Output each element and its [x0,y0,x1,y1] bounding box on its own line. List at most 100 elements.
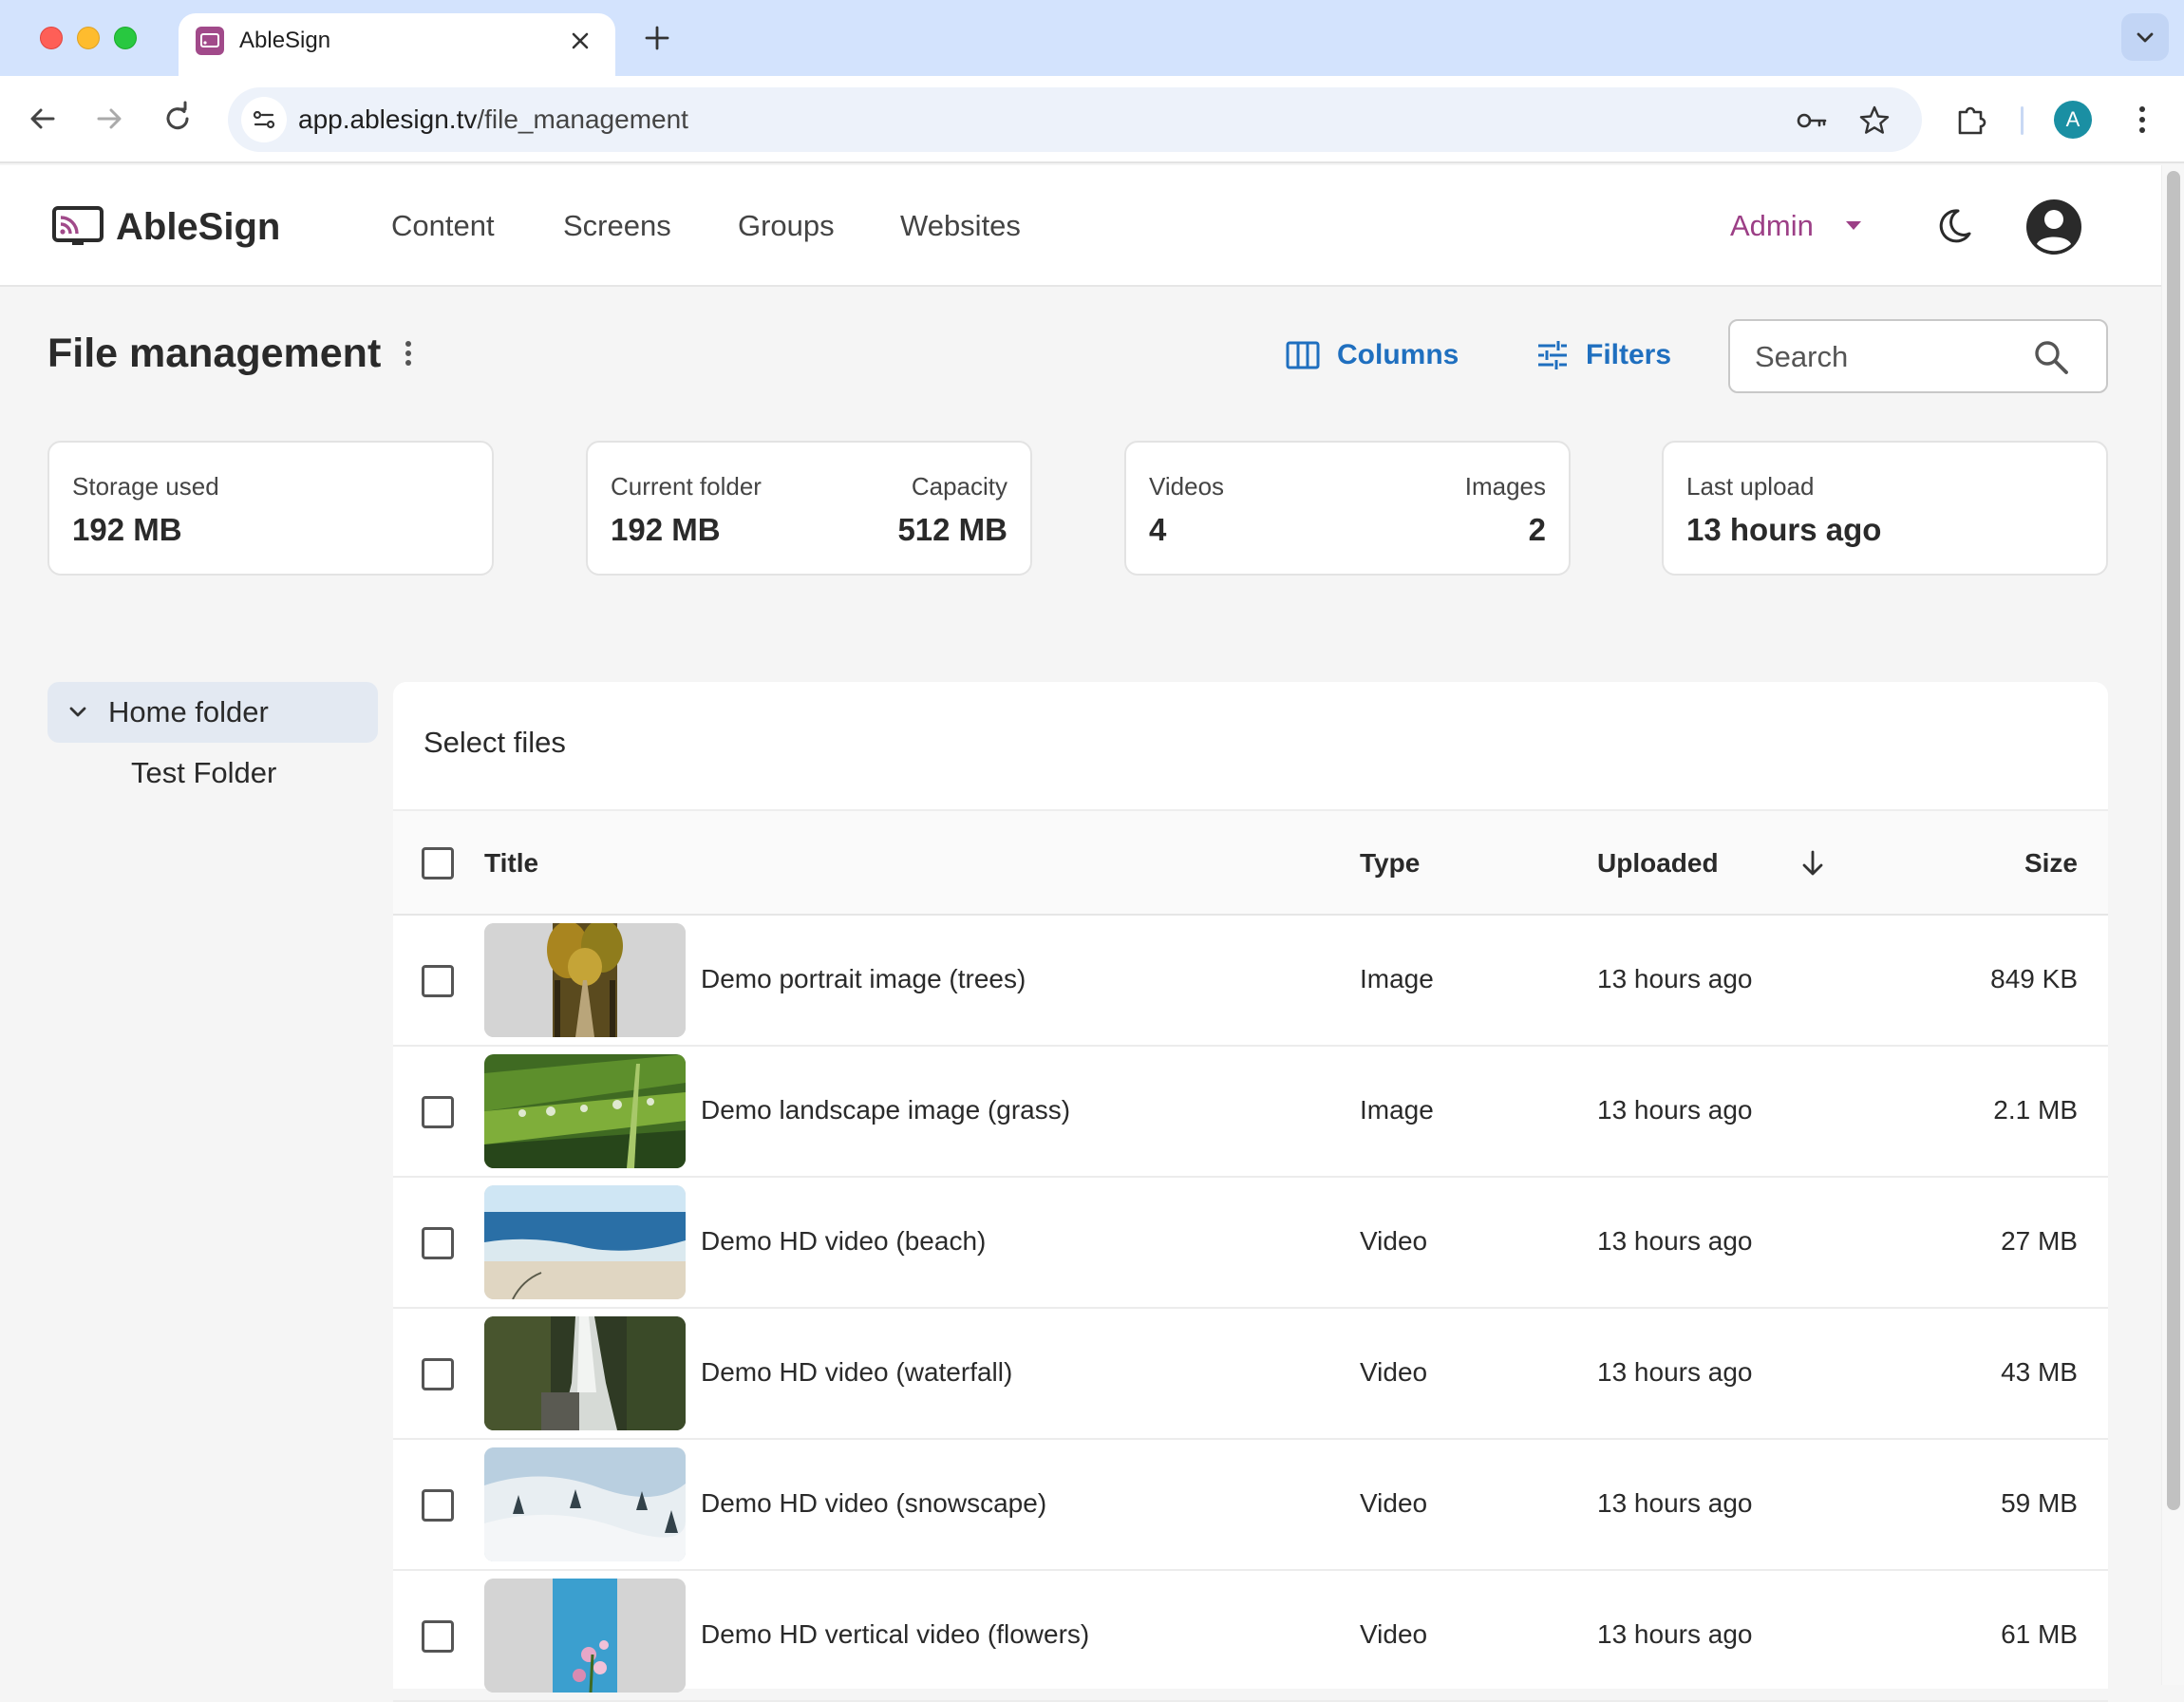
search-icon[interactable] [2032,338,2070,376]
file-uploaded: 13 hours ago [1597,1619,1753,1649]
minimize-window-button[interactable] [77,27,100,49]
columns-icon [1286,341,1320,369]
tab-title: AbleSign [239,28,331,53]
account-circle-icon[interactable] [2024,198,2083,256]
caret-down-icon[interactable] [1844,218,1863,232]
thumbnail-flowers[interactable] [484,1579,686,1693]
file-size: 2.1 MB [1993,1095,2078,1125]
current-folder-label: Current folder [611,472,762,501]
columns-label: Columns [1337,339,1459,370]
filters-button[interactable]: Filters [1536,334,1671,376]
browser-tab-bar: AbleSign [0,0,2184,76]
media-count-card: Videos 4 Images 2 [1124,441,1571,576]
thumbnail-grass[interactable] [484,1054,686,1168]
nav-groups[interactable]: Groups [738,207,835,245]
app-root: AbleSign Content Screens Groups Websites… [0,165,2184,1702]
site-settings-icon[interactable] [241,97,287,142]
file-table-panel: Select files Title Type Uploaded Size De… [393,682,2108,1702]
file-type: Image [1360,1095,1434,1125]
browser-toolbar: app.ablesign.tv/file_management A [0,76,2184,163]
file-size: 43 MB [2001,1357,2078,1387]
select-all-checkbox[interactable] [422,847,454,879]
file-type: Video [1360,1357,1428,1387]
filters-label: Filters [1586,339,1672,370]
columns-button[interactable]: Columns [1286,334,1459,376]
nav-content[interactable]: Content [391,207,495,245]
row-checkbox[interactable] [422,1096,454,1128]
tree-item-home-folder[interactable]: Home folder [47,682,378,743]
tree-item-test-folder[interactable]: Test Folder [131,756,276,790]
extensions-puzzle-icon[interactable] [1952,101,1990,139]
file-size: 849 KB [1990,964,2078,993]
password-key-icon[interactable] [1795,104,1829,138]
row-checkbox[interactable] [422,1227,454,1259]
address-bar[interactable]: app.ablesign.tv/file_management [228,87,1922,152]
url-text: app.ablesign.tv/file_management [298,104,688,134]
row-checkbox[interactable] [422,1358,454,1390]
search-input[interactable] [1755,340,2040,374]
page-scrollbar[interactable] [2161,165,2184,1685]
new-tab-icon[interactable] [642,23,672,53]
images-label: Images [1464,472,1546,501]
row-checkbox[interactable] [422,1620,454,1653]
file-uploaded: 13 hours ago [1597,1226,1753,1256]
table-row[interactable]: Demo HD video (waterfall) Video 13 hours… [393,1309,2108,1440]
chevron-down-icon[interactable] [66,701,89,724]
table-row[interactable]: Demo HD vertical video (flowers) Video 1… [393,1571,2108,1702]
current-folder-value: 192 MB [611,512,721,547]
storage-used-label: Storage used [72,472,219,501]
maximize-window-button[interactable] [114,27,137,49]
nav-screens[interactable]: Screens [563,207,671,245]
back-arrow-icon[interactable] [21,97,65,141]
table-row[interactable]: Demo portrait image (trees) Image 13 hou… [393,916,2108,1047]
thumbnail-beach[interactable] [484,1185,686,1299]
file-uploaded: 13 hours ago [1597,1095,1753,1125]
row-checkbox[interactable] [422,1489,454,1522]
column-header-type[interactable]: Type [1360,847,1420,879]
table-heading: Select files [424,726,566,759]
dark-mode-moon-icon[interactable] [1933,205,1975,247]
tab-search-button[interactable] [2121,13,2169,61]
close-window-button[interactable] [40,27,63,49]
ablesign-favicon-icon [196,27,224,55]
storage-used-value: 192 MB [72,512,182,547]
browser-menu-icon[interactable] [2123,101,2161,139]
images-value: 2 [1528,512,1546,547]
file-title: Demo landscape image (grass) [701,1095,1071,1125]
file-uploaded: 13 hours ago [1597,1357,1753,1387]
sort-descending-arrow-icon[interactable] [1798,849,1827,878]
table-row[interactable]: Demo HD video (beach) Video 13 hours ago… [393,1178,2108,1309]
logo-text[interactable]: AbleSign [116,203,280,251]
file-type: Video [1360,1226,1428,1256]
bookmark-star-icon[interactable] [1857,104,1892,138]
search-box[interactable] [1728,319,2108,393]
scrollbar-thumb[interactable] [2167,171,2180,1510]
file-uploaded: 13 hours ago [1597,964,1753,993]
profile-avatar[interactable]: A [2054,101,2092,139]
column-header-size[interactable]: Size [2024,847,2078,879]
thumbnail-trees[interactable] [484,923,686,1037]
table-row[interactable]: Demo landscape image (grass) Image 13 ho… [393,1047,2108,1178]
row-checkbox[interactable] [422,965,454,997]
nav-websites[interactable]: Websites [900,207,1021,245]
table-row[interactable]: Demo HD video (snowscape) Video 13 hours… [393,1440,2108,1571]
videos-value: 4 [1149,512,1167,547]
videos-label: Videos [1149,472,1225,501]
app-header: AbleSign Content Screens Groups Websites… [0,165,2161,287]
last-upload-value: 13 hours ago [1686,512,1882,547]
reload-icon[interactable] [156,97,199,141]
thumbnail-snowscape[interactable] [484,1447,686,1561]
forward-arrow-icon[interactable] [87,97,131,141]
tune-filters-icon [1538,341,1567,369]
browser-tab[interactable]: AbleSign [179,13,615,76]
last-upload-card: Last upload 13 hours ago [1662,441,2108,576]
column-header-uploaded[interactable]: Uploaded [1597,847,1719,879]
thumbnail-waterfall[interactable] [484,1316,686,1430]
column-header-title[interactable]: Title [484,847,538,879]
ablesign-logo-icon[interactable] [51,205,104,249]
close-tab-icon[interactable] [566,27,594,55]
last-upload-label: Last upload [1686,472,1815,501]
role-selector[interactable]: Admin [1730,207,1814,245]
file-size: 59 MB [2001,1488,2078,1518]
more-options-icon[interactable] [397,336,420,370]
